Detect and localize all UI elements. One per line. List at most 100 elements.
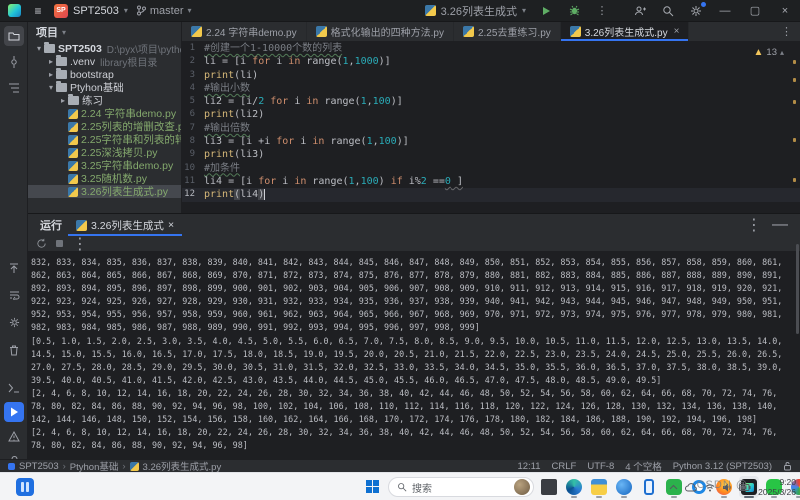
main-menu-icon[interactable]: ≡ bbox=[30, 3, 46, 19]
line-number: 5 bbox=[182, 95, 204, 108]
caret-position[interactable]: 12:11 bbox=[517, 461, 540, 472]
run-console-output[interactable]: 832, 833, 834, 835, 836, 837, 838, 839, … bbox=[28, 252, 800, 460]
run-toolbar-more-button[interactable]: ⋮ bbox=[72, 234, 88, 254]
search-highlight-image[interactable] bbox=[514, 479, 530, 495]
tree-chevron-icon[interactable]: ▾ bbox=[46, 83, 56, 92]
code-line: 2li = [i for i in range(1,1000)] bbox=[182, 55, 800, 68]
rerun-icon[interactable] bbox=[36, 238, 47, 249]
indent-indicator[interactable]: 4 个空格 bbox=[625, 459, 661, 473]
console-output-line: 27.0, 27.5, 28.0, 28.5, 29.0, 29.5, 30.0… bbox=[31, 361, 792, 374]
bug-icon bbox=[569, 5, 580, 16]
tree-chevron-icon[interactable]: ▸ bbox=[46, 70, 56, 79]
line-number: 6 bbox=[182, 108, 204, 121]
terminal-icon bbox=[8, 383, 20, 393]
tree-item[interactable]: 3.26列表生成式.py bbox=[28, 185, 181, 198]
tree-item[interactable]: ▾Ptyhon基础 bbox=[28, 81, 181, 94]
taskbar-clock[interactable]: 9:20 2025/3/26 bbox=[758, 477, 796, 497]
chevron-down-icon: ▾ bbox=[62, 28, 66, 37]
inspections-widget[interactable]: ▲ 13 ▴ bbox=[754, 46, 785, 59]
error-stripe[interactable] bbox=[793, 60, 796, 200]
run-config-name: 3.26列表生成式 bbox=[441, 3, 517, 19]
breadcrumb-file[interactable]: 3.26列表生成式.py bbox=[143, 459, 222, 473]
maximize-button[interactable]: ▢ bbox=[746, 4, 764, 17]
python-file-icon bbox=[191, 26, 202, 37]
breadcrumb-project[interactable]: SPT2503 bbox=[19, 461, 59, 472]
code-line: 7#输出倍数 bbox=[182, 122, 800, 135]
commit-tool-window-button[interactable] bbox=[4, 52, 24, 72]
edge-browser-icon[interactable] bbox=[564, 476, 584, 498]
phone-link-icon[interactable] bbox=[639, 476, 659, 498]
line-ending-indicator[interactable]: CRLF bbox=[552, 461, 577, 472]
tray-expand-icon[interactable] bbox=[669, 484, 678, 490]
run-configuration-selector[interactable]: 3.26列表生成式 ▾ bbox=[425, 3, 526, 19]
hide-panel-button[interactable]: — bbox=[772, 216, 788, 234]
code-editor[interactable]: 1#创建一个1-10000个数的列表2li = [i for i in rang… bbox=[182, 42, 800, 212]
tree-chevron-icon[interactable]: ▸ bbox=[46, 57, 56, 66]
dark-app-icon[interactable] bbox=[539, 476, 559, 498]
battery-icon[interactable] bbox=[739, 484, 751, 491]
warning-icon: ▲ bbox=[754, 46, 764, 59]
file-explorer-icon[interactable] bbox=[589, 476, 609, 498]
speaker-icon[interactable] bbox=[722, 483, 732, 492]
code-text: print(li4) bbox=[204, 188, 265, 201]
python-file-icon bbox=[68, 161, 78, 171]
run-tool-window-button[interactable] bbox=[4, 402, 24, 422]
tree-chevron-icon[interactable]: ▸ bbox=[58, 96, 68, 105]
editor-tab[interactable]: 格式化输出的四种方法.py bbox=[307, 22, 454, 41]
network-icon[interactable] bbox=[705, 483, 715, 492]
windows-start-button[interactable] bbox=[363, 476, 383, 498]
status-bar: SPT2503 › Ptyhon基础 › 3.26列表生成式.py 12:11 … bbox=[0, 459, 800, 472]
console-scrollbar[interactable] bbox=[796, 244, 799, 334]
structure-tool-window-button[interactable] bbox=[4, 78, 24, 98]
folder-icon bbox=[44, 44, 55, 53]
scroll-to-top-button[interactable] bbox=[4, 258, 24, 278]
console-output-line: 892, 893, 894, 895, 896, 897, 898, 899, … bbox=[31, 282, 792, 295]
encoding-indicator[interactable]: UTF-8 bbox=[587, 461, 614, 472]
editor-tabs-bar: 2.24 字符串demo.py格式化输出的四种方法.py2.25去重练习.py3… bbox=[182, 22, 800, 42]
close-button[interactable]: × bbox=[776, 5, 794, 17]
soft-wrap-button[interactable] bbox=[4, 285, 24, 305]
project-widget[interactable]: SP SPT2503 ▾ bbox=[54, 4, 128, 18]
lock-icon[interactable] bbox=[783, 461, 792, 471]
more-actions-button[interactable]: ⋮ bbox=[594, 3, 610, 19]
soft-wrap-icon bbox=[9, 290, 20, 300]
tree-chevron-icon[interactable]: ▾ bbox=[34, 44, 44, 53]
breadcrumb-separator: › bbox=[63, 461, 66, 472]
tree-item-label: 3.26列表生成式.py bbox=[81, 184, 168, 199]
close-icon[interactable]: × bbox=[674, 26, 680, 37]
console-output-line: 39.5, 40.0, 40.5, 41.0, 41.5, 42.0, 42.5… bbox=[31, 374, 792, 387]
problems-tool-window-button[interactable] bbox=[4, 426, 24, 446]
project-panel-header[interactable]: 项目 ▾ bbox=[28, 22, 181, 42]
code-with-me-button[interactable] bbox=[632, 3, 648, 19]
clear-console-button[interactable] bbox=[4, 340, 24, 360]
tree-item-label: .venv bbox=[70, 56, 95, 68]
code-text: li2 = [i/2 for i in range(1,100)] bbox=[204, 95, 403, 108]
console-output-line: 832, 833, 834, 835, 836, 837, 838, 839, … bbox=[31, 256, 792, 269]
taskbar-search-box[interactable]: 搜索 bbox=[388, 477, 534, 497]
project-tool-window-button[interactable] bbox=[4, 26, 24, 46]
breadcrumb-folder[interactable]: Ptyhon基础 bbox=[70, 459, 119, 473]
run-button[interactable] bbox=[538, 3, 554, 19]
editor-tab[interactable]: 2.25去重练习.py bbox=[454, 22, 561, 41]
tree-item[interactable]: ▸.venvlibrary根目录 bbox=[28, 55, 181, 68]
widgets-icon[interactable] bbox=[16, 478, 34, 496]
interpreter-indicator[interactable]: Python 3.12 (SPT2503) bbox=[673, 461, 772, 472]
settings-button[interactable] bbox=[688, 3, 704, 19]
tabs-more-button[interactable]: ⋮ bbox=[773, 22, 800, 41]
console-settings-button[interactable] bbox=[4, 312, 24, 332]
cloud-icon[interactable] bbox=[685, 483, 698, 492]
code-line: 11li4 = [i for i in range(1,100) if i%2 … bbox=[182, 175, 800, 188]
run-panel-title: 运行 bbox=[34, 214, 68, 236]
stop-icon[interactable] bbox=[55, 239, 64, 248]
close-icon[interactable]: × bbox=[168, 219, 174, 231]
code-line: 8li3 = [i +i for i in range(1,100)] bbox=[182, 135, 800, 148]
search-everywhere-button[interactable] bbox=[660, 3, 676, 19]
blue-browser-icon[interactable] bbox=[614, 476, 634, 498]
editor-tab[interactable]: 2.24 字符串demo.py bbox=[182, 22, 307, 41]
debug-button[interactable] bbox=[566, 3, 582, 19]
run-panel-options-button[interactable]: ⋮ bbox=[746, 215, 762, 235]
terminal-tool-window-button[interactable] bbox=[4, 378, 24, 398]
editor-tab[interactable]: 3.26列表生成式.py× bbox=[561, 22, 690, 41]
minimize-button[interactable]: — bbox=[716, 5, 734, 17]
branch-widget[interactable]: master ▾ bbox=[136, 5, 192, 17]
